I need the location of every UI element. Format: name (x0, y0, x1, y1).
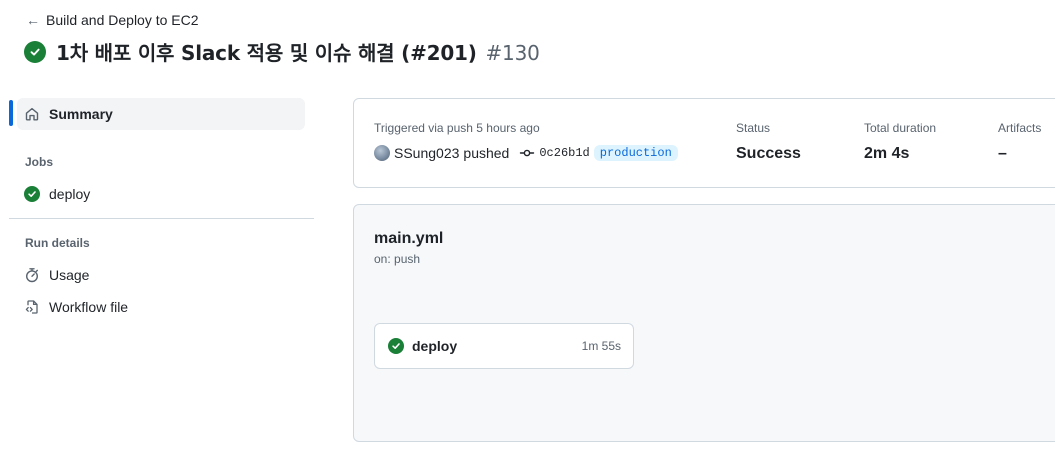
job-duration: 1m 55s (581, 339, 621, 353)
run-summary-card: Triggered via push 5 hours ago SSung023 … (353, 98, 1055, 188)
workflow-file-name: main.yml (374, 230, 444, 247)
avatar[interactable] (374, 145, 390, 161)
trigger-detail: SSung023 pushed 0c26b1d production (374, 145, 678, 161)
job-node-deploy[interactable]: deploy 1m 55s (374, 323, 634, 369)
file-code-icon (25, 300, 38, 314)
actor-name[interactable]: SSung023 (394, 145, 459, 161)
trigger-text: Triggered via push 5 hours ago (374, 121, 540, 135)
commit-sha-link[interactable]: 0c26b1d (539, 146, 589, 160)
run-title-row: 1차 배포 이후 Slack 적용 및 이슈 해결 (#201) #130 (24, 37, 540, 66)
artifacts-value: – (998, 145, 1007, 162)
jobs-heading: Jobs (25, 155, 54, 169)
job-name: deploy (412, 338, 458, 354)
run-details-heading: Run details (25, 236, 90, 250)
workflow-name: Build and Deploy to EC2 (46, 12, 199, 28)
actor-action: pushed (463, 145, 510, 161)
run-title: 1차 배포 이후 Slack 적용 및 이슈 해결 (#201) (56, 41, 477, 65)
check-circle-fill-icon (24, 186, 40, 202)
artifacts-label: Artifacts (998, 121, 1042, 135)
sidebar-divider (9, 218, 314, 219)
sidebar-item-label: Summary (49, 106, 113, 122)
status-value: Success (736, 145, 801, 162)
sidebar-item-summary[interactable]: Summary (17, 98, 305, 130)
duration-value: 2m 4s (864, 145, 910, 162)
stopwatch-icon (25, 268, 39, 283)
sidebar-item-label: Usage (49, 267, 90, 283)
home-icon (25, 107, 39, 121)
sidebar-item-usage[interactable]: Usage (24, 267, 89, 283)
check-circle-fill-icon (24, 40, 46, 63)
sidebar-item-label: deploy (49, 186, 91, 202)
sidebar-item-job-deploy[interactable]: deploy (24, 186, 90, 202)
git-commit-icon (520, 149, 535, 157)
sidebar-item-label: Workflow file (49, 299, 129, 315)
back-to-workflow-link[interactable]: ← Build and Deploy to EC2 (26, 12, 199, 28)
branch-badge[interactable]: production (593, 145, 678, 161)
workflow-trigger: on: push (374, 252, 421, 266)
workflow-graph: main.yml on: push deploy 1m 55s (353, 204, 1055, 442)
active-indicator (9, 100, 13, 126)
status-label: Status (736, 121, 771, 135)
duration-label: Total duration (864, 121, 937, 135)
run-number: #130 (485, 41, 540, 65)
sidebar-item-workflow-file[interactable]: Workflow file (24, 299, 128, 315)
arrow-left-icon: ← (26, 12, 40, 28)
page-title: 1차 배포 이후 Slack 적용 및 이슈 해결 (#201) #130 (56, 37, 540, 66)
check-circle-fill-icon (388, 338, 404, 354)
